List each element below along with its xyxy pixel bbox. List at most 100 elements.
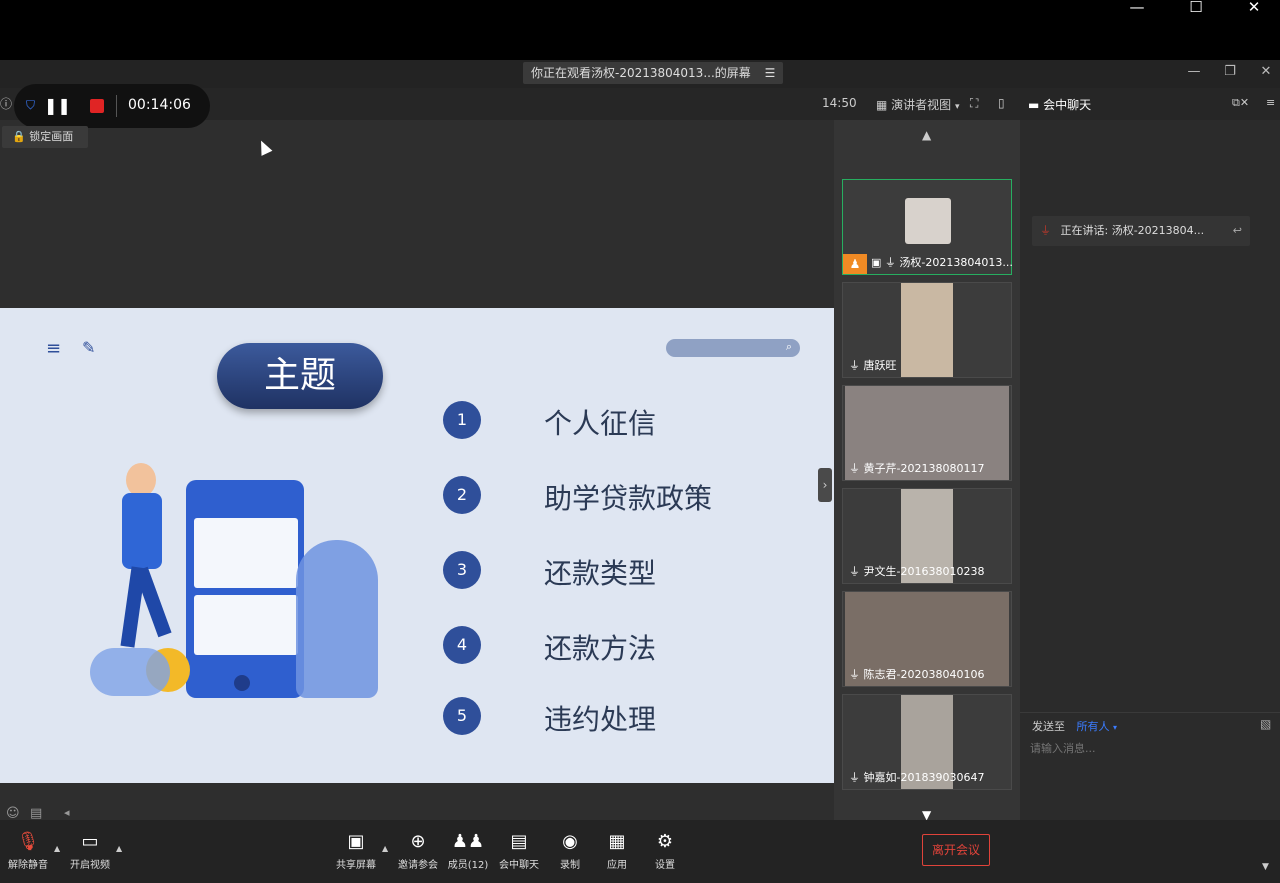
host-badge-icon: ♟ [843,254,867,274]
add-user-icon: ⊕ [410,831,426,852]
share-screen-button[interactable]: ▣ 共享屏幕 [328,831,384,872]
invite-button[interactable]: ⊕ 邀请参会 [390,831,446,872]
chat-icon: ▤ [510,831,528,852]
expand-panel-icon[interactable]: › [818,468,832,502]
participant-name: ⏚ 黄子芹-202138080117 [849,460,984,476]
window-restore-icon[interactable]: ❐ [1220,64,1240,79]
participant-name: ⏚ 钟嘉如-201839030647 [849,769,984,785]
participant-name: ⏚ 陈志君-202038040106 [849,666,984,682]
more-icon[interactable]: ≡ [1266,96,1275,109]
minimize-icon[interactable]: — [1117,0,1157,16]
screen-share-icon: ▣ [871,256,882,269]
pin-icon: ✎ [82,338,96,357]
mic-icon: ⏚ [849,359,860,372]
participant-name-text: 唐跃旺 [863,359,897,372]
mic-muted-icon: ⏚ [849,462,860,475]
chat-label: 会中聊天 [499,860,539,871]
search-icon: ⌕ [785,340,792,353]
chevron-down-icon[interactable]: ▼ [1262,862,1269,872]
mic-muted-icon: ⏚ [1040,224,1051,237]
participant-tile[interactable]: ⏚ 唐跃旺 [842,282,1012,378]
close-icon[interactable]: ✕ [1234,0,1274,16]
share-screen-icon: ▣ [347,831,365,852]
share-options-icon[interactable]: ▲ [382,844,388,853]
participant-tile[interactable]: ⏚ 钟嘉如-201839030647 [842,694,1012,790]
divider [1020,712,1280,713]
send-to-select[interactable]: 所有人 ▾ [1077,720,1118,733]
fullscreen-icon[interactable]: ⛶ [970,96,978,111]
info-icon[interactable]: ⓘ [0,95,12,112]
speaking-indicator: ⏚ 正在讲话: 汤权-20213804... ↩ [1032,216,1250,246]
image-icon[interactable]: ▧ [1260,717,1271,731]
popout-icon[interactable]: ⧉✕ [1232,96,1249,110]
shield-icon: ⛉ [26,98,36,112]
participant-name: ⏚ 尹文生-201638010238 [849,563,984,579]
chat-icon: ▬ [1028,98,1040,112]
emoji-icon[interactable]: ☺ [6,806,20,821]
participant-name: ⏚ 唐跃旺 [849,357,897,373]
settings-button[interactable]: ⚙ 设置 [637,832,693,872]
leave-meeting-button[interactable]: 离开会议 [922,834,990,866]
members-button[interactable]: ♟♟ 成员(12) [440,831,496,872]
chat-panel: ⏚ 正在讲话: 汤权-20213804... ↩ 发送至 所有人 ▾ ▧ [1020,120,1280,820]
reply-icon[interactable]: ↩ [1233,216,1242,246]
maximize-icon[interactable]: ☐ [1176,0,1216,16]
lock-screen-button[interactable]: 🔒 锁定画面 [2,126,88,148]
members-icon: ♟♟ [451,831,485,852]
participant-name-text: 陈志君-202038040106 [863,668,985,681]
screen-share-area: ≡ ✎ ⌕ 主题 1 个人征信 2 助学贷款政策 3 还款类型 4 还款方法 5… [0,120,834,821]
participant-tile[interactable]: ⏚ 黄子芹-202138080117 [842,385,1012,481]
window-minimize-icon[interactable]: — [1184,64,1204,79]
topic-number: 2 [443,476,481,514]
audio-options-icon[interactable]: ▲ [54,844,60,853]
presentation-slide: ≡ ✎ ⌕ 主题 1 个人征信 2 助学贷款政策 3 还款类型 4 还款方法 5… [0,308,834,783]
topic-text: 还款类型 [544,557,657,590]
topic-text: 还款方法 [544,632,657,665]
video-options-icon[interactable]: ▲ [116,844,122,853]
chat-toggle[interactable]: ▬ 会中聊天 [1028,96,1091,113]
avatar [905,198,951,244]
chat-button[interactable]: ▤ 会中聊天 [491,831,547,872]
send-to-label: 发送至 [1032,720,1065,733]
meeting-toolbar: 🎙 解除静音 ▲ ▭ 开启视频 ▲ ▣ 共享屏幕 ▲ ⊕ 邀请参会 ♟♟ 成员(… [0,820,1280,883]
topic-text: 个人征信 [544,407,657,440]
presenter-view-label: 演讲者视图 [891,98,952,112]
send-to-row: 发送至 所有人 ▾ [1032,718,1117,734]
settings-label: 设置 [655,860,675,871]
mic-muted-icon: 🎙 [16,831,40,852]
camera-off-icon: ▭ [81,831,99,852]
layout-icon: ▦ [876,98,888,112]
members-label: 成员(12) [447,860,489,871]
participant-tile[interactable]: ♟ ▣ ⏚ 汤权-20213804013... [842,179,1013,275]
window-close-icon[interactable]: ✕ [1256,64,1276,79]
recording-timer: 00:14:06 [128,97,191,113]
chevron-down-icon: ▾ [1113,723,1118,732]
participant-tile[interactable]: ⏚ 尹文生-201638010238 [842,488,1012,584]
stop-recording-icon[interactable] [90,99,104,113]
unmute-button[interactable]: 🎙 解除静音 [0,831,56,872]
participant-name-text: 尹文生-201638010238 [863,565,985,578]
slide-search-bar: ⌕ [666,339,800,357]
scroll-up-icon[interactable]: ▲ [922,128,931,142]
unmute-label: 解除静音 [8,860,48,871]
chat-message-input[interactable] [1030,738,1270,758]
mic-muted-icon: ⏚ [849,668,860,681]
sidebar-toggle-icon[interactable]: ▯ [998,96,1005,110]
chevron-down-icon: ▾ [955,102,960,112]
participant-name-text: 黄子芹-202138080117 [863,462,985,475]
presenter-view-toggle[interactable]: ▦ 演讲者视图 ▾ [876,96,960,113]
hamburger-icon: ≡ [46,338,62,359]
start-video-button[interactable]: ▭ 开启视频 [62,831,118,872]
mic-muted-icon: ⏚ [849,771,860,784]
collapse-left-icon[interactable]: ◂ [64,806,70,819]
comment-icon[interactable]: ▤ [30,806,42,821]
recording-control: ⛉ ❚❚ 00:14:06 [14,84,210,128]
lock-screen-label: 锁定画面 [29,130,74,143]
pause-icon[interactable]: ❚❚ [44,96,71,115]
apps-label: 应用 [607,860,627,871]
menu-icon[interactable]: ☰ [765,66,776,80]
participant-tile[interactable]: ⏚ 陈志君-202038040106 [842,591,1012,687]
window-title-text: 你正在观看汤权-20213804013...的屏幕 [531,66,751,80]
topic-number: 3 [443,551,481,589]
slide-title: 主题 [217,343,383,409]
